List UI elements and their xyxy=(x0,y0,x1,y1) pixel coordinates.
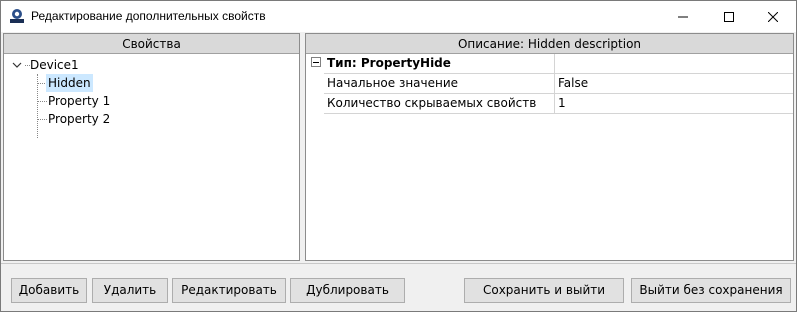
dialog-window: Редактирование дополнительных свойств Св… xyxy=(0,0,797,312)
tree-node-property-2[interactable]: Property 2 xyxy=(46,110,112,128)
property-name: Количество скрываемых свойств xyxy=(324,94,555,113)
property-value[interactable]: False xyxy=(555,74,793,93)
button-bar: Добавить Удалить Редактировать Дублирова… xyxy=(1,263,796,311)
property-row[interactable]: Начальное значение False xyxy=(324,74,793,94)
tree-node-property-1[interactable]: Property 1 xyxy=(46,92,112,110)
category-value xyxy=(555,54,793,73)
delete-button[interactable]: Удалить xyxy=(92,278,168,303)
edit-button[interactable]: Редактировать xyxy=(172,278,286,303)
window-title: Редактирование дополнительных свойств xyxy=(31,9,266,23)
property-grid-gutter xyxy=(306,54,324,259)
minimize-icon xyxy=(678,16,688,17)
tree-node-device1[interactable]: Device1 xyxy=(28,56,81,74)
exit-without-saving-button[interactable]: Выйти без сохранения xyxy=(631,278,791,303)
app-icon xyxy=(10,9,24,23)
property-value[interactable]: 1 xyxy=(555,94,793,113)
property-grid: Тип: PropertyHide Начальное значение Fal… xyxy=(306,54,793,259)
collapse-category-icon[interactable] xyxy=(311,57,321,67)
add-button[interactable]: Добавить xyxy=(11,278,87,303)
properties-tree[interactable]: Device1 Hidden Property 1 Property 2 xyxy=(4,54,299,259)
properties-header: Свойства xyxy=(4,34,299,54)
minimize-button[interactable] xyxy=(660,1,706,32)
close-button[interactable] xyxy=(750,1,796,32)
maximize-button[interactable] xyxy=(706,1,752,32)
description-header: Описание: Hidden description xyxy=(306,34,793,54)
duplicate-button[interactable]: Дублировать xyxy=(290,278,405,303)
collapse-chevron-icon[interactable] xyxy=(12,61,22,69)
category-label: Тип: PropertyHide xyxy=(324,54,555,73)
property-name: Начальное значение xyxy=(324,74,555,93)
maximize-icon xyxy=(724,11,734,22)
title-bar[interactable]: Редактирование дополнительных свойств xyxy=(1,1,796,32)
description-panel: Описание: Hidden description Тип: Proper… xyxy=(305,33,794,261)
property-category-row[interactable]: Тип: PropertyHide xyxy=(324,54,793,74)
tree-node-hidden[interactable]: Hidden xyxy=(46,74,93,92)
save-and-exit-button[interactable]: Сохранить и выйти xyxy=(464,278,624,303)
property-row[interactable]: Количество скрываемых свойств 1 xyxy=(324,94,793,114)
close-icon xyxy=(768,11,778,22)
properties-panel: Свойства Device1 Hidden Property 1 Prope… xyxy=(3,33,300,261)
